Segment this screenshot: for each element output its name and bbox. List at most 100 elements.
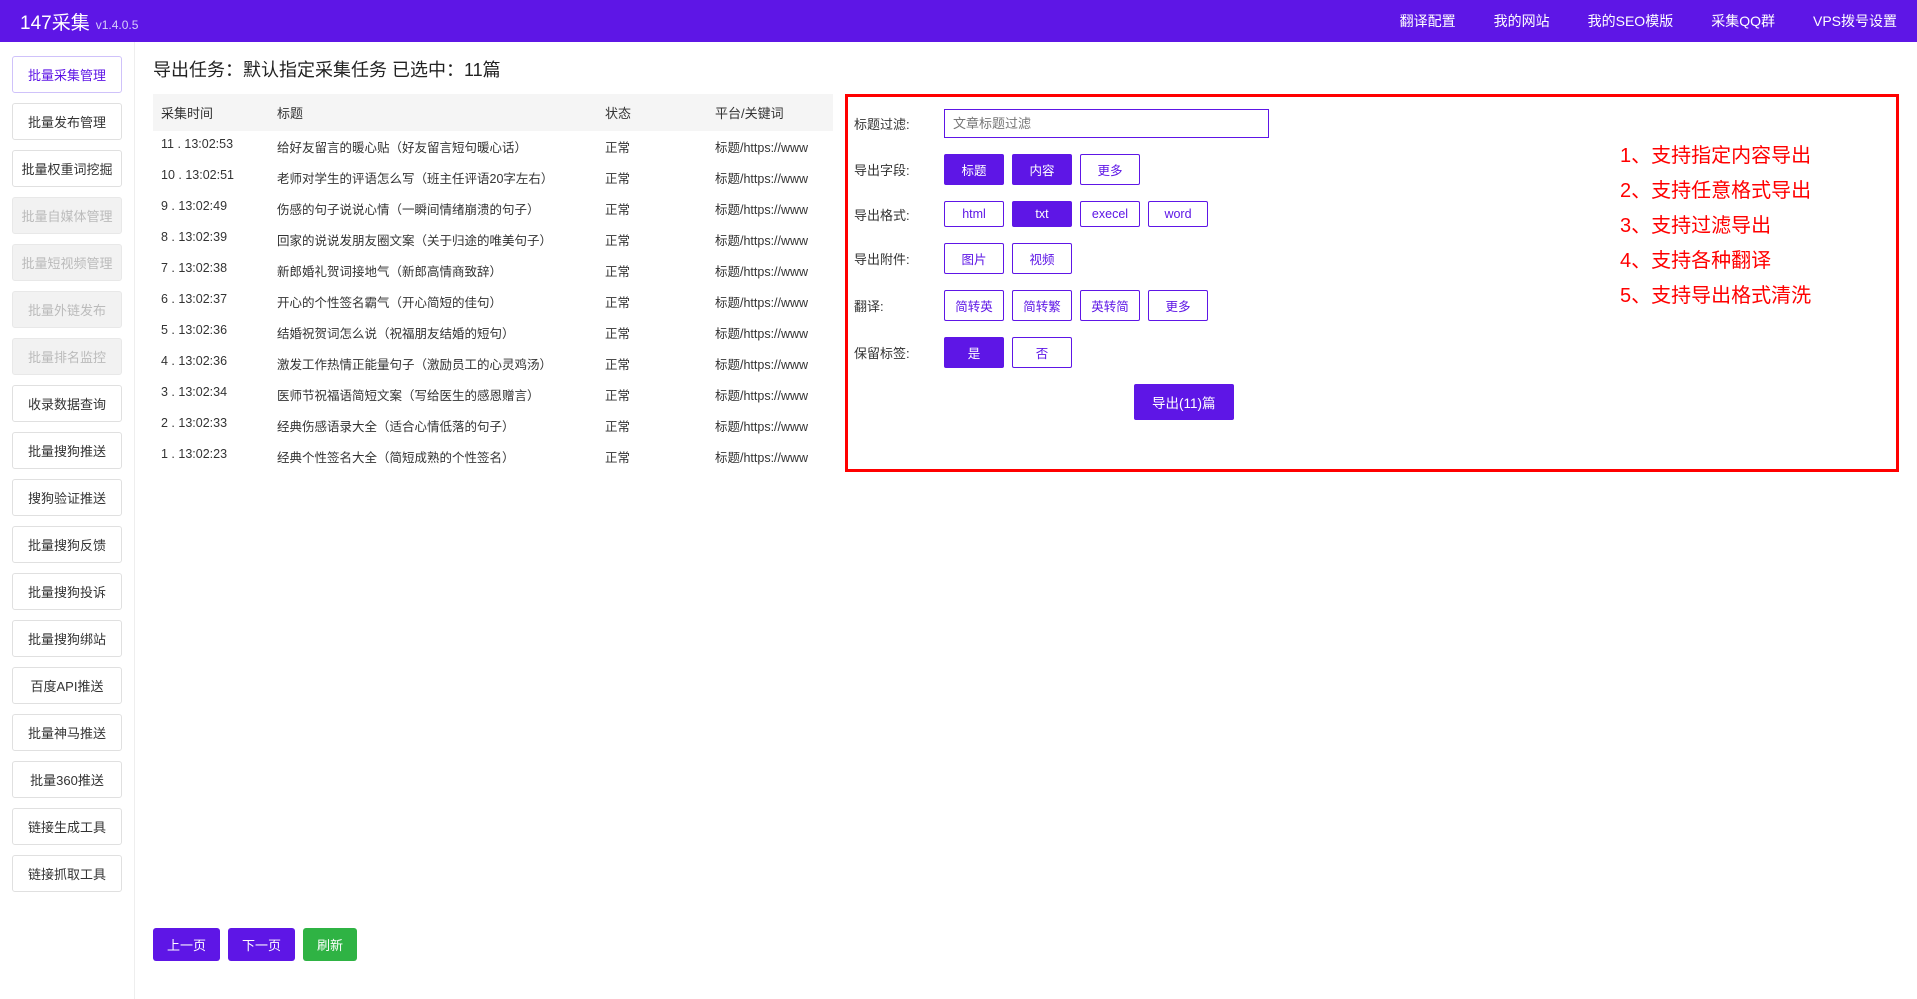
brand: 147采集 v1.4.0.5 <box>20 8 138 35</box>
sidebar: 批量采集管理批量发布管理批量权重词挖掘批量自媒体管理批量短视频管理批量外链发布批… <box>0 42 135 999</box>
cell-status: 正常 <box>605 416 715 435</box>
cell-platform: 标题/https://www <box>715 261 825 280</box>
brand-name: 147采集 <box>20 8 90 35</box>
fields-option[interactable]: 内容 <box>1012 154 1072 185</box>
table-row[interactable]: 7 . 13:02:38新郎婚礼贺词接地气（新郎高情商致辞）正常标题/https… <box>153 255 833 286</box>
col-title-header: 标题 <box>277 103 605 122</box>
translate-option[interactable]: 更多 <box>1148 290 1208 321</box>
keeptag-option[interactable]: 否 <box>1012 337 1072 368</box>
table-row[interactable]: 1 . 13:02:23经典个性签名大全（简短成熟的个性签名）正常标题/http… <box>153 441 833 472</box>
sidebar-item[interactable]: 百度API推送 <box>12 667 122 704</box>
sidebar-item[interactable]: 链接生成工具 <box>12 808 122 845</box>
title-filter-input[interactable] <box>944 109 1269 138</box>
sidebar-item[interactable]: 批量搜狗反馈 <box>12 526 122 563</box>
topnav-link[interactable]: 采集QQ群 <box>1711 11 1775 31</box>
table-row[interactable]: 6 . 13:02:37开心的个性签名霸气（开心简短的佳句）正常标题/https… <box>153 286 833 317</box>
next-page-button[interactable]: 下一页 <box>228 928 295 961</box>
table-row[interactable]: 3 . 13:02:34医师节祝福语简短文案（写给医生的感恩赠言）正常标题/ht… <box>153 379 833 410</box>
cell-time: 10 . 13:02:51 <box>161 168 277 187</box>
fields-label: 导出字段: <box>854 160 944 179</box>
formats-label: 导出格式: <box>854 205 944 224</box>
sidebar-item[interactable]: 批量搜狗推送 <box>12 432 122 469</box>
sidebar-item[interactable]: 批量搜狗投诉 <box>12 573 122 610</box>
table-row[interactable]: 8 . 13:02:39回家的说说发朋友圈文案（关于归途的唯美句子）正常标题/h… <box>153 224 833 255</box>
cell-status: 正常 <box>605 292 715 311</box>
sidebar-item[interactable]: 批量搜狗绑站 <box>12 620 122 657</box>
translate-option[interactable]: 简转英 <box>944 290 1004 321</box>
fields-option[interactable]: 标题 <box>944 154 1004 185</box>
topnav-link[interactable]: 我的网站 <box>1494 11 1550 31</box>
refresh-button[interactable]: 刷新 <box>303 928 357 961</box>
footer: 上一页 下一页 刷新 <box>153 908 1899 987</box>
prev-page-button[interactable]: 上一页 <box>153 928 220 961</box>
table-row[interactable]: 10 . 13:02:51老师对学生的评语怎么写（班主任评语20字左右）正常标题… <box>153 162 833 193</box>
main: 导出任务：默认指定采集任务 已选中：11篇 采集时间 标题 状态 平台/关键词 … <box>135 42 1917 999</box>
cell-status: 正常 <box>605 168 715 187</box>
cell-title: 经典伤感语录大全（适合心情低落的句子） <box>277 416 605 435</box>
attach-label: 导出附件: <box>854 249 944 268</box>
sidebar-item[interactable]: 批量发布管理 <box>12 103 122 140</box>
keeptag-option[interactable]: 是 <box>944 337 1004 368</box>
cell-status: 正常 <box>605 230 715 249</box>
translate-option[interactable]: 简转繁 <box>1012 290 1072 321</box>
cell-status: 正常 <box>605 261 715 280</box>
sidebar-item[interactable]: 收录数据查询 <box>12 385 122 422</box>
export-panel: 标题过滤: 导出字段: 标题内容更多 导出格式: htmltxtexecelwo… <box>845 94 1899 472</box>
formats-option[interactable]: html <box>944 201 1004 227</box>
table-row[interactable]: 9 . 13:02:49伤感的句子说说心情（一瞬间情绪崩溃的句子）正常标题/ht… <box>153 193 833 224</box>
cell-title: 老师对学生的评语怎么写（班主任评语20字左右） <box>277 168 605 187</box>
cell-time: 3 . 13:02:34 <box>161 385 277 404</box>
feature-line: 1、支持指定内容导出 <box>1620 139 1880 168</box>
formats-option[interactable]: word <box>1148 201 1208 227</box>
table-row[interactable]: 5 . 13:02:36结婚祝贺词怎么说（祝福朋友结婚的短句）正常标题/http… <box>153 317 833 348</box>
sidebar-item[interactable]: 链接抓取工具 <box>12 855 122 892</box>
feature-list: 1、支持指定内容导出2、支持任意格式导出3、支持过滤导出4、支持各种翻译5、支持… <box>1620 109 1880 469</box>
table-row[interactable]: 11 . 13:02:53给好友留言的暖心贴（好友留言短句暖心话）正常标题/ht… <box>153 131 833 162</box>
cell-title: 经典个性签名大全（简短成熟的个性签名） <box>277 447 605 466</box>
feature-line: 5、支持导出格式清洗 <box>1620 279 1880 308</box>
cell-title: 新郎婚礼贺词接地气（新郎高情商致辞） <box>277 261 605 280</box>
cell-platform: 标题/https://www <box>715 354 825 373</box>
cell-title: 开心的个性签名霸气（开心简短的佳句） <box>277 292 605 311</box>
brand-version: v1.4.0.5 <box>96 18 139 32</box>
cell-time: 2 . 13:02:33 <box>161 416 277 435</box>
sidebar-item[interactable]: 批量360推送 <box>12 761 122 798</box>
col-platform-header: 平台/关键词 <box>715 103 825 122</box>
cell-status: 正常 <box>605 323 715 342</box>
cell-title: 医师节祝福语简短文案（写给医生的感恩赠言） <box>277 385 605 404</box>
table-row[interactable]: 4 . 13:02:36激发工作热情正能量句子（激励员工的心灵鸡汤）正常标题/h… <box>153 348 833 379</box>
export-button[interactable]: 导出(11)篇 <box>1134 384 1234 420</box>
cell-time: 8 . 13:02:39 <box>161 230 277 249</box>
cell-status: 正常 <box>605 354 715 373</box>
cell-platform: 标题/https://www <box>715 447 825 466</box>
cell-title: 伤感的句子说说心情（一瞬间情绪崩溃的句子） <box>277 199 605 218</box>
cell-time: 7 . 13:02:38 <box>161 261 277 280</box>
page-title: 导出任务：默认指定采集任务 已选中：11篇 <box>153 56 1899 82</box>
cell-status: 正常 <box>605 137 715 156</box>
sidebar-item[interactable]: 批量采集管理 <box>12 56 122 93</box>
cell-platform: 标题/https://www <box>715 416 825 435</box>
attach-option[interactable]: 视频 <box>1012 243 1072 274</box>
cell-platform: 标题/https://www <box>715 137 825 156</box>
formats-option[interactable]: execel <box>1080 201 1140 227</box>
table-row[interactable]: 2 . 13:02:33经典伤感语录大全（适合心情低落的句子）正常标题/http… <box>153 410 833 441</box>
cell-platform: 标题/https://www <box>715 292 825 311</box>
sidebar-item[interactable]: 搜狗验证推送 <box>12 479 122 516</box>
formats-option[interactable]: txt <box>1012 201 1072 227</box>
topnav-link[interactable]: 我的SEO模版 <box>1588 11 1674 31</box>
sidebar-item[interactable]: 批量权重词挖掘 <box>12 150 122 187</box>
topbar: 147采集 v1.4.0.5 翻译配置 我的网站 我的SEO模版 采集QQ群 VPS拨号… <box>0 0 1917 42</box>
col-status-header: 状态 <box>605 103 715 122</box>
col-time-header: 采集时间 <box>161 103 277 122</box>
cell-platform: 标题/https://www <box>715 323 825 342</box>
sidebar-item[interactable]: 批量神马推送 <box>12 714 122 751</box>
attach-option[interactable]: 图片 <box>944 243 1004 274</box>
horizontal-scrollbar[interactable] <box>153 971 1899 987</box>
topnav-link[interactable]: VPS拨号设置 <box>1813 11 1897 31</box>
fields-option[interactable]: 更多 <box>1080 154 1140 185</box>
cell-time: 1 . 13:02:23 <box>161 447 277 466</box>
cell-status: 正常 <box>605 447 715 466</box>
sidebar-item: 批量短视频管理 <box>12 244 122 281</box>
translate-option[interactable]: 英转简 <box>1080 290 1140 321</box>
topnav-link[interactable]: 翻译配置 <box>1400 11 1456 31</box>
